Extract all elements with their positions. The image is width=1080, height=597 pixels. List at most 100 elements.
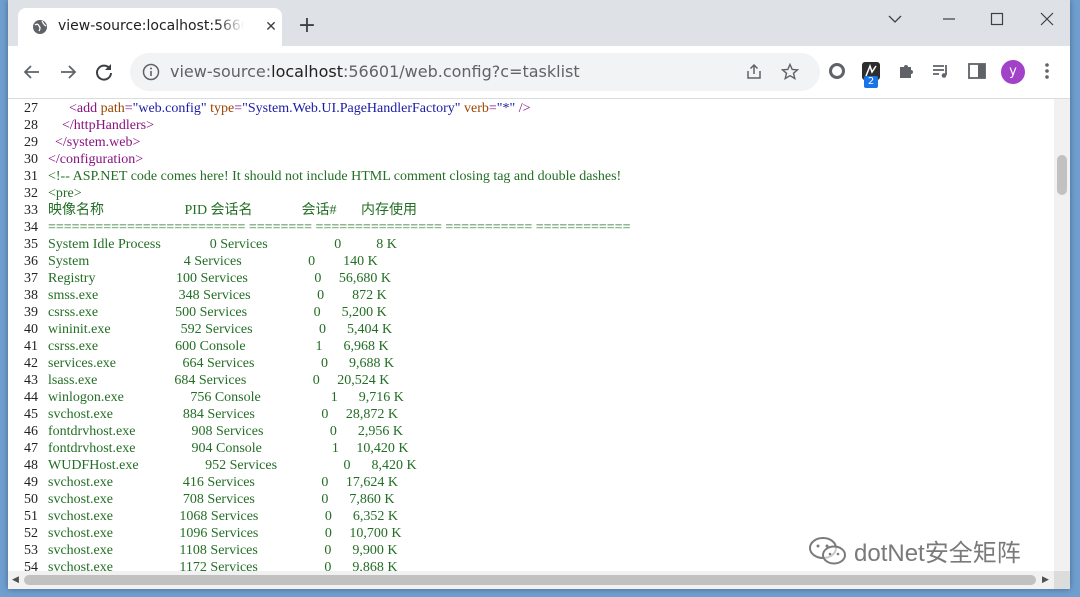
forward-arrow-icon[interactable] — [56, 60, 80, 84]
code-segment: /> — [515, 101, 531, 116]
horizontal-scroll-thumb[interactable] — [24, 575, 1036, 585]
url-text[interactable]: view-source:localhost:56601/web.config?c… — [170, 62, 580, 81]
star-icon[interactable] — [780, 62, 800, 82]
source-line: 48 WUDFHost.exe 952 Services 0 8,420 K — [8, 457, 417, 474]
source-line: 54 svchost.exe 1172 Services 0 9,868 K — [8, 559, 397, 571]
close-icon[interactable]: ✕ — [262, 18, 280, 36]
code-segment: </configuration> — [48, 152, 144, 167]
line-number: 30 — [24, 152, 38, 167]
scroll-right-icon[interactable]: ▶ — [1042, 575, 1049, 585]
info-icon[interactable] — [142, 63, 160, 81]
code-segment: 映像名称 PID 会话名 会话# 内存使用 — [48, 203, 418, 218]
kebab-menu-icon[interactable] — [1036, 60, 1058, 82]
profile-avatar[interactable]: y — [1001, 60, 1025, 84]
vertical-scroll-thumb[interactable] — [1057, 155, 1067, 195]
source-line: 47 fontdrvhost.exe 904 Console 1 10,420 K — [8, 440, 408, 457]
line-number: 27 — [24, 101, 38, 116]
source-line: 35 System Idle Process 0 Services 0 8 K — [8, 236, 397, 253]
line-number: 31 — [24, 169, 38, 184]
code-segment: smss.exe 348 Services 0 872 K — [48, 288, 387, 303]
line-number: 45 — [24, 407, 38, 422]
code-segment: wininit.exe 592 Services 0 5,404 K — [48, 322, 393, 337]
source-line: 45 svchost.exe 884 Services 0 28,872 K — [8, 406, 398, 423]
source-line: 52 svchost.exe 1096 Services 0 10,700 K — [8, 525, 401, 542]
source-line: 40 wininit.exe 592 Services 0 5,404 K — [8, 321, 392, 338]
source-line: 31 <!-- ASP.NET code comes here! It shoul… — [8, 168, 621, 185]
puzzle-icon[interactable] — [896, 60, 918, 82]
source-line: 29 </system.web> — [8, 134, 140, 151]
horizontal-scrollbar[interactable]: ◀ ▶ — [8, 571, 1054, 589]
code-segment: "web.config" — [132, 101, 207, 116]
tab-strip: view-source:localhost:56601/web.config?c… — [8, 0, 1070, 46]
reload-icon[interactable] — [92, 60, 116, 84]
url-rest: :56601/web.config?c=tasklist — [342, 62, 580, 81]
source-line: 37 Registry 100 Services 0 56,680 K — [8, 270, 391, 287]
source-line: 53 svchost.exe 1108 Services 0 9,900 K — [8, 542, 397, 559]
source-line: 27 <add path="web.config" type="System.W… — [8, 100, 531, 117]
line-number: 29 — [24, 135, 38, 150]
code-segment: = — [488, 101, 497, 116]
maximize-icon[interactable] — [974, 6, 1020, 32]
source-line: 41 csrss.exe 600 Console 1 6,968 K — [8, 338, 389, 355]
code-segment: lsass.exe 684 Services 0 20,524 K — [48, 373, 390, 388]
tab-search-chevron-icon[interactable] — [872, 6, 918, 32]
url-scheme: view-source: — [170, 62, 272, 81]
source-line: 51 svchost.exe 1068 Services 0 6,352 K — [8, 508, 398, 525]
code-segment: csrss.exe 600 Console 1 6,968 K — [48, 339, 389, 354]
extension-circle-icon[interactable] — [826, 60, 848, 82]
code-segment: System 4 Services 0 140 K — [48, 254, 378, 269]
scroll-left-icon[interactable]: ◀ — [12, 575, 19, 585]
line-number: 38 — [24, 288, 38, 303]
line-number: 46 — [24, 424, 38, 439]
code-segment: svchost.exe 1108 Services 0 9,900 K — [48, 543, 398, 558]
source-view: 27 <add path="web.config" type="System.W… — [8, 99, 1054, 571]
minimize-icon[interactable] — [926, 6, 972, 32]
tab-active[interactable]: view-source:localhost:56601/web.config?c… — [18, 8, 282, 46]
code-segment: type — [206, 101, 235, 116]
extension-badge: 2 — [864, 76, 878, 88]
code-segment: svchost.exe 884 Services 0 28,872 K — [48, 407, 398, 422]
code-segment: System Idle Process 0 Services 0 8 K — [48, 237, 397, 252]
source-line: 43 lsass.exe 684 Services 0 20,524 K — [8, 372, 389, 389]
globe-icon — [33, 20, 47, 34]
line-number: 35 — [24, 237, 38, 252]
address-bar[interactable]: view-source:localhost:56601/web.config?c… — [130, 53, 820, 91]
vertical-scrollbar[interactable] — [1054, 99, 1070, 571]
line-number: 50 — [24, 492, 38, 507]
line-number: 37 — [24, 271, 38, 286]
code-segment: winlogon.exe 756 Console 1 9,716 K — [48, 390, 404, 405]
line-number: 41 — [24, 339, 38, 354]
code-segment: services.exe 664 Services 0 9,688 K — [48, 356, 395, 371]
source-line: 36 System 4 Services 0 140 K — [8, 253, 378, 270]
source-line: 46 fontdrvhost.exe 908 Services 0 2,956 K — [8, 423, 403, 440]
back-arrow-icon[interactable] — [20, 60, 44, 84]
source-line: 34 ========================= ======== ===… — [8, 219, 630, 236]
window-close-icon[interactable] — [1024, 6, 1070, 32]
wechat-logo-icon — [809, 537, 846, 565]
source-line: 39 csrss.exe 500 Services 0 5,200 K — [8, 304, 387, 321]
code-segment: fontdrvhost.exe 908 Services 0 2,956 K — [48, 424, 404, 439]
code-segment: = — [124, 101, 133, 116]
share-icon[interactable] — [744, 62, 764, 82]
plus-icon[interactable]: + — [296, 15, 318, 38]
source-line: 42 services.exe 664 Services 0 9,688 K — [8, 355, 394, 372]
line-number: 52 — [24, 526, 38, 541]
code-segment: csrss.exe 500 Services 0 5,200 K — [48, 305, 387, 320]
line-number: 48 — [24, 458, 38, 473]
media-queue-icon[interactable] — [930, 60, 952, 82]
source-line: 49 svchost.exe 416 Services 0 17,624 K — [8, 474, 398, 491]
side-panel-icon[interactable] — [966, 60, 988, 82]
line-number: 32 — [24, 186, 38, 201]
line-number: 36 — [24, 254, 38, 269]
line-number: 44 — [24, 390, 38, 405]
code-segment: WUDFHost.exe 952 Services 0 8,420 K — [48, 458, 417, 473]
line-number: 42 — [24, 356, 38, 371]
scrollbar-corner — [1054, 571, 1070, 589]
code-segment: svchost.exe 416 Services 0 17,624 K — [48, 475, 398, 490]
code-segment: Registry 100 Services 0 56,680 K — [48, 271, 391, 286]
source-line: 38 smss.exe 348 Services 0 872 K — [8, 287, 387, 304]
source-line: 50 svchost.exe 708 Services 0 7,860 K — [8, 491, 394, 508]
tab-title: view-source:localhost:56601/web.config?c… — [58, 18, 244, 34]
